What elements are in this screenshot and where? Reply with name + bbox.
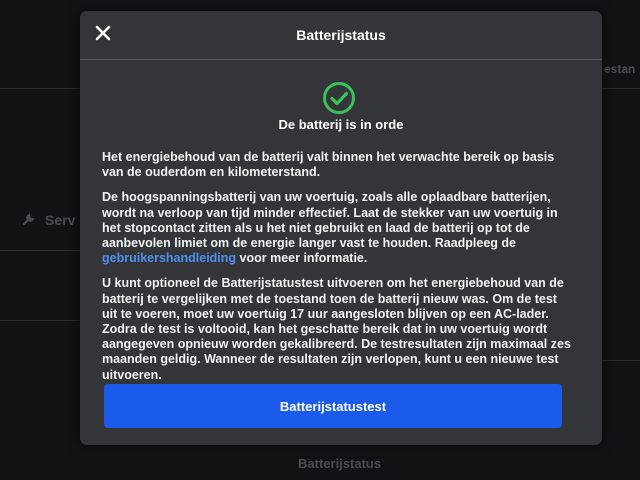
check-circle-icon: [322, 81, 356, 115]
background-bottom-label[interactable]: Batterijstatus: [298, 456, 381, 471]
battery-status-text: De batterij is in orde: [278, 117, 404, 132]
close-icon: [95, 25, 111, 46]
info-paragraph-2: De hoogspanningsbatterij van uw voertuig…: [102, 190, 574, 266]
battery-status-dialog: Batterijstatus De batterij is in orde He…: [80, 11, 602, 445]
battery-status-test-button[interactable]: Batterijstatustest: [104, 384, 562, 428]
background-divider: [0, 88, 80, 89]
dialog-header: Batterijstatus: [80, 11, 602, 60]
dialog-title: Batterijstatus: [296, 27, 386, 43]
background-divider: [0, 250, 80, 251]
background-divider: [602, 360, 640, 361]
background-divider: [0, 320, 80, 321]
background-divider: [602, 88, 640, 89]
background-edge-text: estan: [604, 62, 636, 76]
info-paragraph-3: U kunt optioneel de Batterijstatustest u…: [102, 276, 571, 382]
info-paragraph-2-text: De hoogspanningsbatterij van uw voertuig…: [102, 190, 558, 251]
info-paragraph-1: Het energiebehoud van de batterij valt b…: [102, 150, 555, 180]
info-paragraph-2-tail: voor meer informatie.: [236, 251, 368, 266]
close-button[interactable]: [91, 23, 115, 47]
wrench-icon: [22, 212, 36, 231]
user-manual-link[interactable]: gebruikershandleiding: [102, 251, 236, 265]
background-service-label[interactable]: Serv: [45, 212, 75, 228]
dialog-body: Het energiebehoud van de batterij valt b…: [102, 150, 574, 393]
